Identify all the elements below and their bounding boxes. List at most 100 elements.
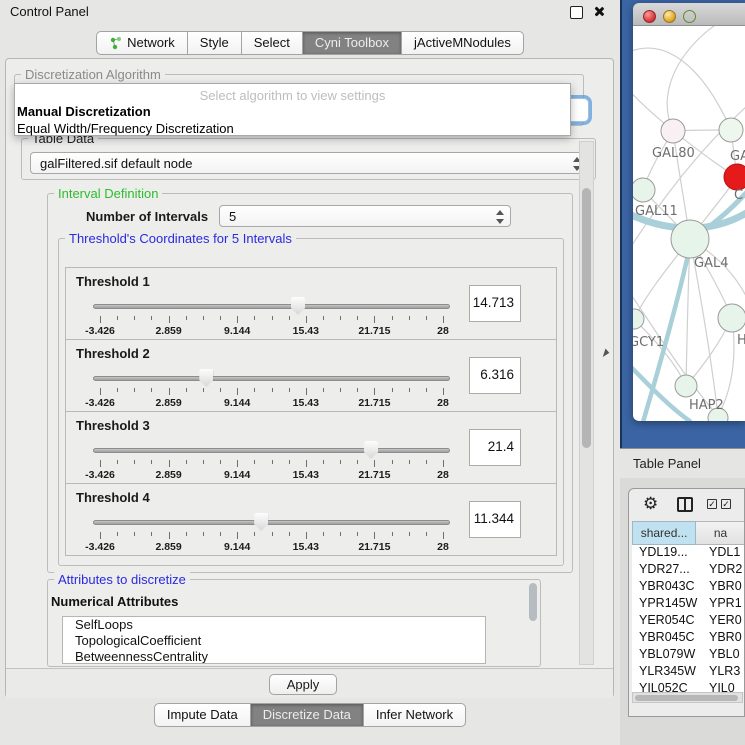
table-row[interactable]: YLR345WYLR3 xyxy=(632,664,745,681)
node-label-gal4: GAL4 xyxy=(694,256,728,271)
threshold-4-value-field[interactable]: 11.344 xyxy=(469,501,521,538)
node-gal11[interactable] xyxy=(633,178,655,202)
number-of-intervals-combobox[interactable]: 5 xyxy=(219,205,511,227)
split-columns-icon[interactable] xyxy=(677,497,693,512)
content-scrollbar[interactable] xyxy=(579,141,594,665)
table-data-combobox[interactable]: galFiltered.sif default node xyxy=(30,152,588,174)
cell-shared-name[interactable]: YBR043C xyxy=(632,579,709,596)
tick-mark xyxy=(272,316,273,320)
dropdown-option-manual-discretization[interactable]: Manual Discretization xyxy=(17,104,151,119)
node-top-right[interactable] xyxy=(719,118,743,142)
dropdown-option-equal-width-frequency[interactable]: Equal Width/Frequency Discretization xyxy=(17,121,234,136)
cell-shared-name[interactable]: YPR145W xyxy=(632,596,709,613)
cell-name[interactable]: YER0 xyxy=(709,613,745,630)
scrollbar-thumb[interactable] xyxy=(582,188,591,448)
float-window-icon[interactable] xyxy=(570,6,583,19)
table-body[interactable]: YDL19...YDL1YDR27...YDR2YBR043CYBR0YPR14… xyxy=(632,545,745,692)
tab-cyni-toolbox[interactable]: Cyni Toolbox xyxy=(302,31,402,55)
slider-thumb[interactable] xyxy=(364,441,378,459)
cell-name[interactable]: YPR1 xyxy=(709,596,745,613)
scrollbar-thumb[interactable] xyxy=(635,695,738,701)
cell-shared-name[interactable]: YDL19... xyxy=(632,545,709,562)
threshold-2-value-field[interactable]: 6.316 xyxy=(469,357,521,394)
tick-label: 15.43 xyxy=(293,325,319,337)
cell-shared-name[interactable]: YLR345W xyxy=(632,664,709,681)
checkbox-icon[interactable] xyxy=(721,499,731,509)
table-row[interactable]: YBR043CYBR0 xyxy=(632,579,745,596)
apply-button[interactable]: Apply xyxy=(269,674,337,695)
threshold-3-value-field[interactable]: 21.4 xyxy=(469,429,521,466)
table-row[interactable]: YBL079WYBL0 xyxy=(632,647,745,664)
tab-impute-data[interactable]: Impute Data xyxy=(154,703,251,727)
cell-shared-name[interactable]: YBL079W xyxy=(632,647,709,664)
close-icon[interactable] xyxy=(592,5,605,18)
column-header-name[interactable]: na xyxy=(696,521,745,545)
node-gal4[interactable] xyxy=(671,220,709,258)
cell-name[interactable]: YIL0 xyxy=(709,681,745,692)
node-right-mid[interactable] xyxy=(718,304,745,332)
tick-label: 21.715 xyxy=(358,325,390,337)
threshold-1-value-field[interactable]: 14.713 xyxy=(469,285,521,322)
tick-label: 2.859 xyxy=(155,541,181,553)
tick-mark xyxy=(426,316,427,320)
slider-thumb[interactable] xyxy=(291,297,305,315)
node-red-selected[interactable] xyxy=(724,164,745,190)
threshold-1-slider[interactable] xyxy=(93,296,450,316)
threshold-label: Threshold 3 xyxy=(76,418,150,433)
gear-icon[interactable]: ⚙ xyxy=(643,494,658,514)
number-of-intervals-label: Number of Intervals xyxy=(86,209,208,224)
numerical-attributes-list[interactable]: SelfLoopsTopologicalCoefficientBetweenne… xyxy=(62,616,486,664)
slider-thumb[interactable] xyxy=(199,369,213,387)
tab-jactivemnodules[interactable]: jActiveMNodules xyxy=(401,31,524,55)
slider-track[interactable] xyxy=(93,520,450,525)
checkbox-icon[interactable] xyxy=(707,499,717,509)
slider-track[interactable] xyxy=(93,448,450,453)
table-row[interactable]: YIL052CYIL0 xyxy=(632,681,745,692)
tick-mark xyxy=(323,532,324,536)
table-row[interactable]: YPR145WYPR1 xyxy=(632,596,745,613)
tab-discretize-data[interactable]: Discretize Data xyxy=(250,703,364,727)
list-scrollbar[interactable] xyxy=(529,583,537,621)
slider-track[interactable] xyxy=(93,304,450,309)
cell-shared-name[interactable]: YER054C xyxy=(632,613,709,630)
cell-shared-name[interactable]: YDR27... xyxy=(632,562,709,579)
cell-shared-name[interactable]: YIL052C xyxy=(632,681,709,692)
tick-mark xyxy=(443,388,444,395)
tick-label: 21.715 xyxy=(358,397,390,409)
cell-name[interactable]: YBR0 xyxy=(709,579,745,596)
table-row[interactable]: YBR045CYBR0 xyxy=(632,630,745,647)
threshold-2-slider[interactable] xyxy=(93,368,450,388)
horizontal-scrollbar[interactable] xyxy=(632,692,743,703)
node-hap2[interactable] xyxy=(675,375,697,397)
tab-select[interactable]: Select xyxy=(241,31,303,55)
slider-thumb[interactable] xyxy=(254,513,268,531)
cell-name[interactable]: YDL1 xyxy=(709,545,745,562)
minimize-traffic-light[interactable] xyxy=(663,10,676,23)
close-traffic-light[interactable] xyxy=(643,10,656,23)
tick-mark xyxy=(117,316,118,320)
table-row[interactable]: YDR27...YDR2 xyxy=(632,562,745,579)
table-row[interactable]: YER054CYER0 xyxy=(632,613,745,630)
tab-network[interactable]: Network xyxy=(96,31,188,55)
cell-name[interactable]: YDR2 xyxy=(709,562,745,579)
tab-infer-network[interactable]: Infer Network xyxy=(363,703,466,727)
column-header-shared-name[interactable]: shared... xyxy=(632,521,696,545)
cell-name[interactable]: YBL0 xyxy=(709,647,745,664)
network-window-titlebar[interactable] xyxy=(633,3,745,26)
cell-shared-name[interactable]: YBR045C xyxy=(632,630,709,647)
node-gal80[interactable] xyxy=(661,119,685,143)
attribute-list-item[interactable]: SelfLoops xyxy=(63,617,485,633)
tab-label: Network xyxy=(127,32,175,54)
cell-name[interactable]: YBR0 xyxy=(709,630,745,647)
threshold-3-slider[interactable] xyxy=(93,440,450,460)
network-canvas[interactable]: GAL80 GA C GAL11 GAL4 GCY1 H HAP2 xyxy=(633,26,745,421)
cell-name[interactable]: YLR3 xyxy=(709,664,745,681)
table-row[interactable]: YDL19...YDL1 xyxy=(632,545,745,562)
attribute-list-item[interactable]: BetweennessCentrality xyxy=(63,649,485,664)
zoom-traffic-light[interactable] xyxy=(683,10,696,23)
thresholds-group: Threshold's Coordinates for 5 Intervals … xyxy=(58,238,564,566)
threshold-4-slider[interactable] xyxy=(93,512,450,532)
attribute-list-item[interactable]: TopologicalCoefficient xyxy=(63,633,485,649)
tab-style[interactable]: Style xyxy=(187,31,242,55)
slider-track[interactable] xyxy=(93,376,450,381)
